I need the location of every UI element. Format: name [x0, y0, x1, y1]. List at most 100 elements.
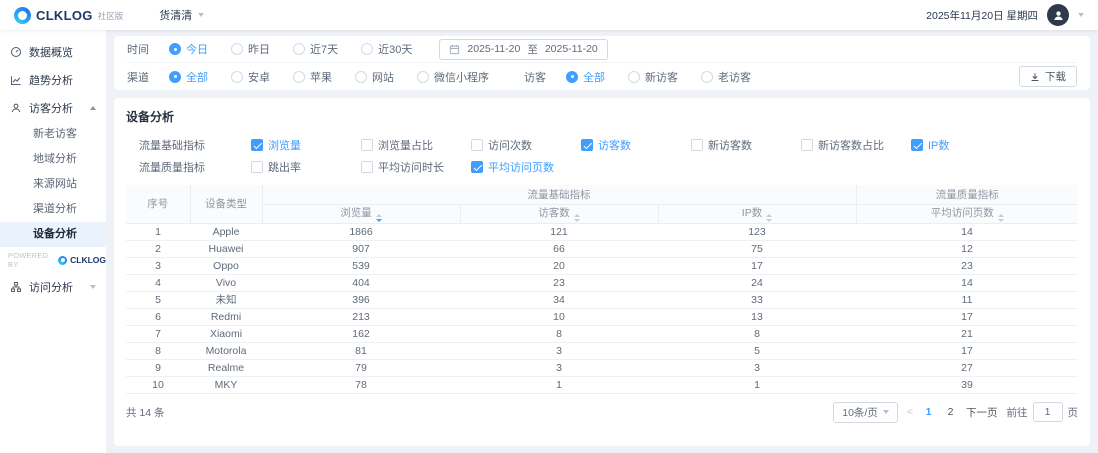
cell-avg-pages: 14: [856, 274, 1078, 292]
table-row: 3 Oppo 539 20 17 23: [126, 257, 1078, 275]
cell-index: 7: [126, 325, 190, 343]
sidebar-item-source-website[interactable]: 来源网站: [0, 172, 106, 197]
prev-page-button[interactable]: <: [907, 406, 913, 418]
col-header-pv[interactable]: 浏览量: [262, 204, 461, 224]
cell-uv: 34: [460, 291, 658, 309]
metric-option-new-uv[interactable]: 新访客数: [691, 137, 801, 153]
radio-icon: [417, 70, 429, 83]
date-range-picker[interactable]: 2025-11-20 至 2025-11-20: [439, 38, 608, 60]
clklog-logo-icon: [14, 6, 31, 24]
cell-index: 8: [126, 342, 190, 360]
metric-option-bounce-rate[interactable]: 跳出率: [251, 159, 361, 175]
sort-icon[interactable]: [375, 214, 382, 222]
col-header-avg-pages[interactable]: 平均访问页数: [856, 204, 1078, 224]
sort-icon[interactable]: [766, 214, 773, 222]
page-2-button[interactable]: 2: [944, 406, 957, 418]
col-group-quality: 流量质量指标: [856, 185, 1078, 205]
channel-option-all[interactable]: 全部: [169, 69, 208, 85]
powered-by: POWERED BY CLKLOG: [0, 247, 106, 273]
cell-avg-pages: 17: [856, 308, 1078, 326]
avatar[interactable]: [1047, 4, 1069, 26]
metric-option-avg-pages[interactable]: 平均访问页数: [471, 159, 581, 175]
checkbox-icon: [801, 139, 813, 151]
cell-index: 5: [126, 291, 190, 309]
channel-option-website[interactable]: 网站: [355, 69, 394, 85]
sidebar-item-visitor-analysis[interactable]: 访客分析: [0, 94, 106, 122]
radio-icon: [361, 43, 374, 55]
visitor-option-new[interactable]: 新访客: [628, 69, 678, 85]
panel-title: 设备分析: [126, 110, 175, 124]
user-menu-chevron-icon[interactable]: [1078, 13, 1084, 17]
checkbox-icon: [251, 139, 263, 151]
cell-device: Redmi: [190, 308, 262, 326]
cell-pv: 162: [262, 325, 460, 343]
metric-option-pv[interactable]: 浏览量: [251, 137, 361, 153]
cell-uv: 20: [460, 257, 658, 275]
cell-ip: 33: [658, 291, 857, 309]
channel-option-android[interactable]: 安卓: [231, 69, 270, 85]
cell-uv: 8: [460, 325, 658, 343]
time-option-last30days[interactable]: 近30天: [361, 41, 412, 57]
cell-index: 6: [126, 308, 190, 326]
metric-option-new-uv-ratio[interactable]: 新访客数占比: [801, 137, 911, 153]
current-date: 2025年11月20日 星期四: [926, 9, 1038, 22]
sidebar-item-device-analysis[interactable]: 设备分析: [0, 222, 106, 247]
download-icon: [1031, 72, 1039, 81]
powered-by-label: POWERED BY: [8, 251, 49, 269]
metric-option-ip[interactable]: IP数: [911, 137, 1021, 153]
sort-icon[interactable]: [573, 214, 580, 222]
channel-option-wechat-mini[interactable]: 微信小程序: [417, 69, 489, 85]
checkbox-icon: [251, 161, 263, 173]
topbar-right: 2025年11月20日 星期四: [926, 4, 1084, 26]
table-row: 4 Vivo 404 23 24 14: [126, 274, 1078, 292]
visitor-option-returning[interactable]: 老访客: [701, 69, 751, 85]
sidebar-item-trend-analysis[interactable]: 趋势分析: [0, 66, 106, 94]
goto-unit: 页: [1067, 406, 1079, 419]
sidebar-item-region-analysis[interactable]: 地域分析: [0, 147, 106, 172]
radio-icon: [566, 70, 578, 83]
metric-option-avg-duration[interactable]: 平均访问时长: [361, 159, 471, 175]
device-table: 序号 设备类型 流量基础指标 流量质量指标 浏览量 访客数 IP数 平均访问页数…: [126, 185, 1078, 394]
channel-option-ios[interactable]: 苹果: [293, 69, 332, 85]
project-selector[interactable]: 货清清: [159, 7, 205, 23]
cell-ip: 13: [658, 308, 857, 326]
cell-avg-pages: 14: [856, 223, 1078, 241]
goto-page-input[interactable]: [1032, 402, 1063, 422]
table-footer: 共 14 条 10条/页 < 1 2 下一页 前往 页: [126, 401, 1079, 423]
page-size-select[interactable]: 10条/页: [833, 401, 898, 423]
metric-option-visits[interactable]: 访问次数: [471, 137, 581, 153]
sidebar-item-new-old-visitors[interactable]: 新老访客: [0, 122, 106, 147]
cell-avg-pages: 17: [856, 342, 1078, 360]
radio-icon: [169, 43, 181, 55]
date-start: 2025-11-20: [467, 43, 521, 55]
sidebar-item-channel-analysis[interactable]: 渠道分析: [0, 197, 106, 222]
cell-index: 10: [126, 376, 190, 394]
time-option-yesterday[interactable]: 昨日: [231, 41, 270, 57]
time-option-today[interactable]: 今日: [169, 41, 208, 57]
sidebar-item-data-overview[interactable]: 数据概览: [0, 38, 106, 66]
radio-icon: [231, 70, 243, 83]
cell-uv: 23: [460, 274, 658, 292]
page-1-button[interactable]: 1: [922, 406, 935, 418]
sidebar-item-label: 数据概览: [29, 47, 73, 59]
cell-device: Motorola: [190, 342, 262, 360]
cell-device: 未知: [190, 291, 262, 309]
sort-icon[interactable]: [997, 214, 1004, 222]
sidebar-item-visit-analysis[interactable]: 访问分析: [0, 273, 106, 301]
cell-uv: 10: [460, 308, 658, 326]
checkbox-icon: [361, 139, 373, 151]
download-button[interactable]: 下载: [1019, 66, 1077, 87]
metric-option-uv[interactable]: 访客数: [581, 137, 691, 153]
cell-pv: 1866: [262, 223, 460, 241]
cell-avg-pages: 39: [856, 376, 1078, 394]
cell-avg-pages: 12: [856, 240, 1078, 258]
time-option-last7days[interactable]: 近7天: [293, 41, 338, 57]
app-logo: CLKLOG 社区版: [14, 6, 123, 24]
next-page-button[interactable]: 下一页: [966, 405, 998, 420]
col-header-ip[interactable]: IP数: [658, 204, 857, 224]
cell-ip: 75: [658, 240, 857, 258]
cell-pv: 78: [262, 376, 460, 394]
visitor-option-all[interactable]: 全部: [566, 69, 605, 85]
col-header-uv[interactable]: 访客数: [460, 204, 659, 224]
metric-option-pv-ratio[interactable]: 浏览量占比: [361, 137, 471, 153]
